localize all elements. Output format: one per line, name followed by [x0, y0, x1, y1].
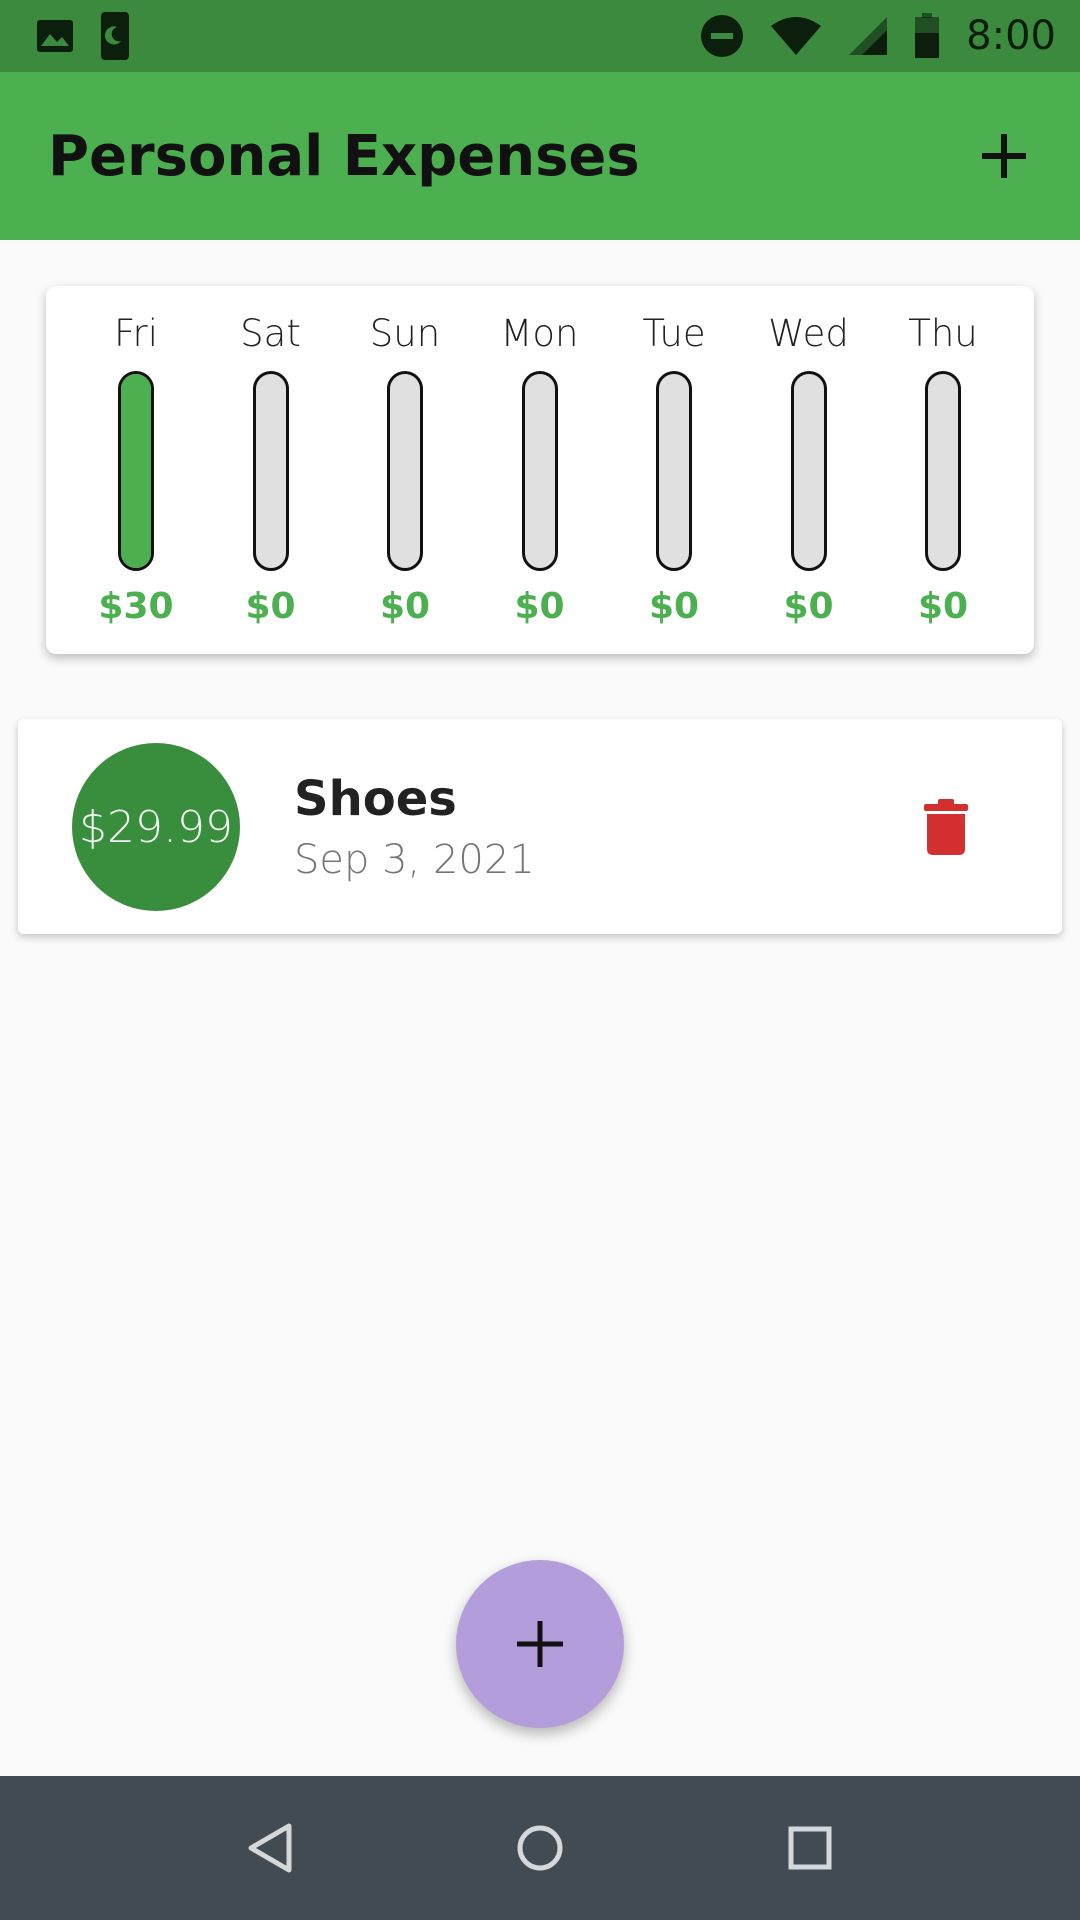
chart-day-label: Fri [113, 312, 159, 355]
chart-day-label: Sun [369, 312, 441, 355]
chart-bar-track [656, 371, 692, 571]
delete-button[interactable] [914, 795, 978, 859]
chart-amount-label: $0 [379, 586, 431, 627]
transaction-date: Sep 3, 2021 [294, 837, 535, 883]
image-icon [36, 19, 74, 53]
wifi-icon [770, 16, 822, 56]
chart-bar-thu: Thu $0 [893, 286, 993, 654]
chart-bar-track [387, 371, 423, 571]
chart-amount-label: $0 [245, 586, 296, 627]
status-time: 8:00 [966, 13, 1056, 59]
chart-amount-label: $0 [783, 586, 834, 627]
chart-bar-track [790, 371, 827, 571]
chart-day-label: Mon [500, 312, 579, 355]
chart-amount-label: $0 [648, 586, 700, 627]
chart-bar-track [925, 371, 961, 571]
status-bar-right: 8:00 [700, 13, 1056, 59]
chart-bar-track [252, 371, 289, 571]
signal-icon [848, 16, 888, 56]
do-not-disturb-icon [700, 14, 744, 58]
weekly-chart-card: Fri $30 Sat $0 Sun $0 Mon $0 Tue $0 Wed $0 Thu $0 [46, 286, 1034, 654]
moon-phone-icon [100, 11, 130, 61]
nav-home-button[interactable] [490, 1798, 590, 1898]
chart-bar-wed: Wed $0 [759, 286, 859, 654]
chart-amount-label: $30 [98, 586, 174, 627]
chart-bar-fill [121, 374, 151, 568]
chart-bar-sat: Sat $0 [221, 286, 321, 654]
chart-bar-track [118, 371, 154, 571]
recents-icon [788, 1826, 832, 1870]
add-icon [982, 134, 1026, 178]
battery-icon [914, 13, 940, 59]
transaction-amount-avatar: $29.99 [72, 743, 240, 911]
chart-amount-label: $0 [514, 586, 565, 627]
nav-back-button[interactable] [220, 1798, 320, 1898]
status-bar: 8:00 [0, 0, 1080, 72]
transaction-title: Shoes [294, 771, 457, 827]
home-icon [517, 1825, 563, 1871]
back-icon [248, 1823, 292, 1873]
status-bar-left [36, 11, 130, 61]
trash-icon [924, 799, 968, 855]
chart-day-label: Thu [908, 312, 978, 355]
transaction-item: $29.99 Shoes Sep 3, 2021 [18, 719, 1062, 934]
add-transaction-button[interactable] [968, 120, 1040, 192]
page-title: Personal Expenses [48, 123, 640, 189]
chart-day-label: Tue [642, 312, 706, 355]
nav-recents-button[interactable] [760, 1798, 860, 1898]
chart-bar-sun: Sun $0 [355, 286, 455, 654]
screen: 8:00 Personal Expenses Fri $30 Sat $0 Sun $0 M… [0, 0, 1080, 1920]
chart-bar-fri: Fri $30 [86, 286, 186, 654]
chart-amount-label: $0 [917, 586, 969, 627]
chart-day-label: Wed [768, 312, 849, 355]
chart-day-label: Sat [240, 312, 301, 355]
chart-bar-mon: Mon $0 [490, 286, 590, 654]
app-bar: Personal Expenses [0, 72, 1080, 240]
system-nav-bar [0, 1776, 1080, 1920]
add-fab-button[interactable] [456, 1560, 624, 1728]
chart-bar-track [521, 371, 558, 571]
chart-bar-tue: Tue $0 [624, 286, 724, 654]
add-icon [517, 1621, 563, 1667]
